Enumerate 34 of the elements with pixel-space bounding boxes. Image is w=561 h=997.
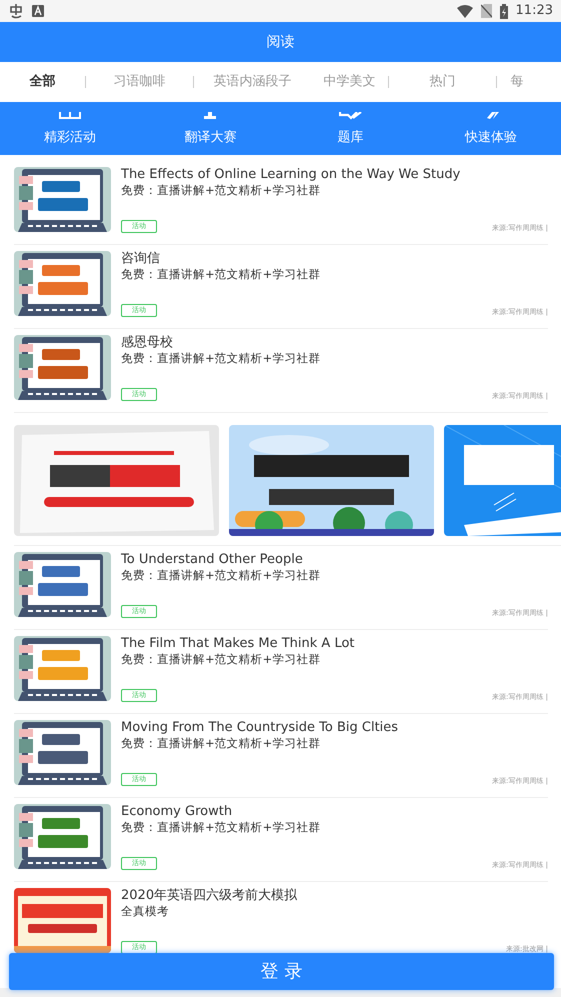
category-tab[interactable]: 全部 [30,72,56,92]
category-tab[interactable]: 每 [510,72,524,92]
category-tab[interactable]: 热门 [430,72,456,92]
login-button[interactable]: 登 录 [9,953,554,990]
app-notification-icon [8,3,24,19]
article-subtitle: 免费：直播讲解+范文精析+学习社群 [121,820,322,835]
article-title[interactable]: To Understand Other People [121,552,548,568]
clock-time: 11:23 [516,2,553,20]
article-subtitle: 免费：直播讲解+范文精析+学习社群 [121,652,322,667]
quick-link[interactable]: 精彩活动 [0,112,140,147]
category-tab[interactable]: 习语咖啡 [114,72,166,92]
article-title[interactable]: 2020年英语四六级考前大模拟 [121,888,548,904]
article-subtitle: 全真模考 [121,904,170,919]
article-title[interactable]: 感恩母校 [121,335,548,351]
keyboard-icon [32,5,44,17]
no-sim-icon [480,4,492,18]
wifi-icon [456,4,473,18]
article-subtitle: 免费：直播讲解+范文精析+学习社群 [121,568,322,583]
quick-link[interactable]: 快速体验 [420,112,561,147]
article-title[interactable]: The Effects of Online Learning on the Way We Study [121,167,548,183]
article-title[interactable]: Economy Growth [121,804,548,820]
quick-link[interactable]: 翻译大赛 [140,112,280,147]
article-title[interactable]: Moving From The Countryside To Big Clties [121,720,548,736]
article-title[interactable]: 咨询信 [121,251,548,267]
article-subtitle: 免费：直播讲解+范文精析+学习社群 [121,351,322,366]
category-tab[interactable]: 中学美文 [324,72,376,92]
battery-icon [500,4,508,18]
quick-link[interactable]: 题库 [280,112,421,147]
article-subtitle: 免费：直播讲解+范文精析+学习社群 [121,267,322,282]
category-tab[interactable]: 英语内涵段子 [214,72,292,92]
page-title: 阅读 [266,32,294,52]
article-title[interactable]: The Film That Makes Me Think A Lot [121,636,548,652]
article-subtitle: 免费：直播讲解+范文精析+学习社群 [121,183,322,198]
article-subtitle: 免费：直播讲解+范文精析+学习社群 [121,736,322,751]
